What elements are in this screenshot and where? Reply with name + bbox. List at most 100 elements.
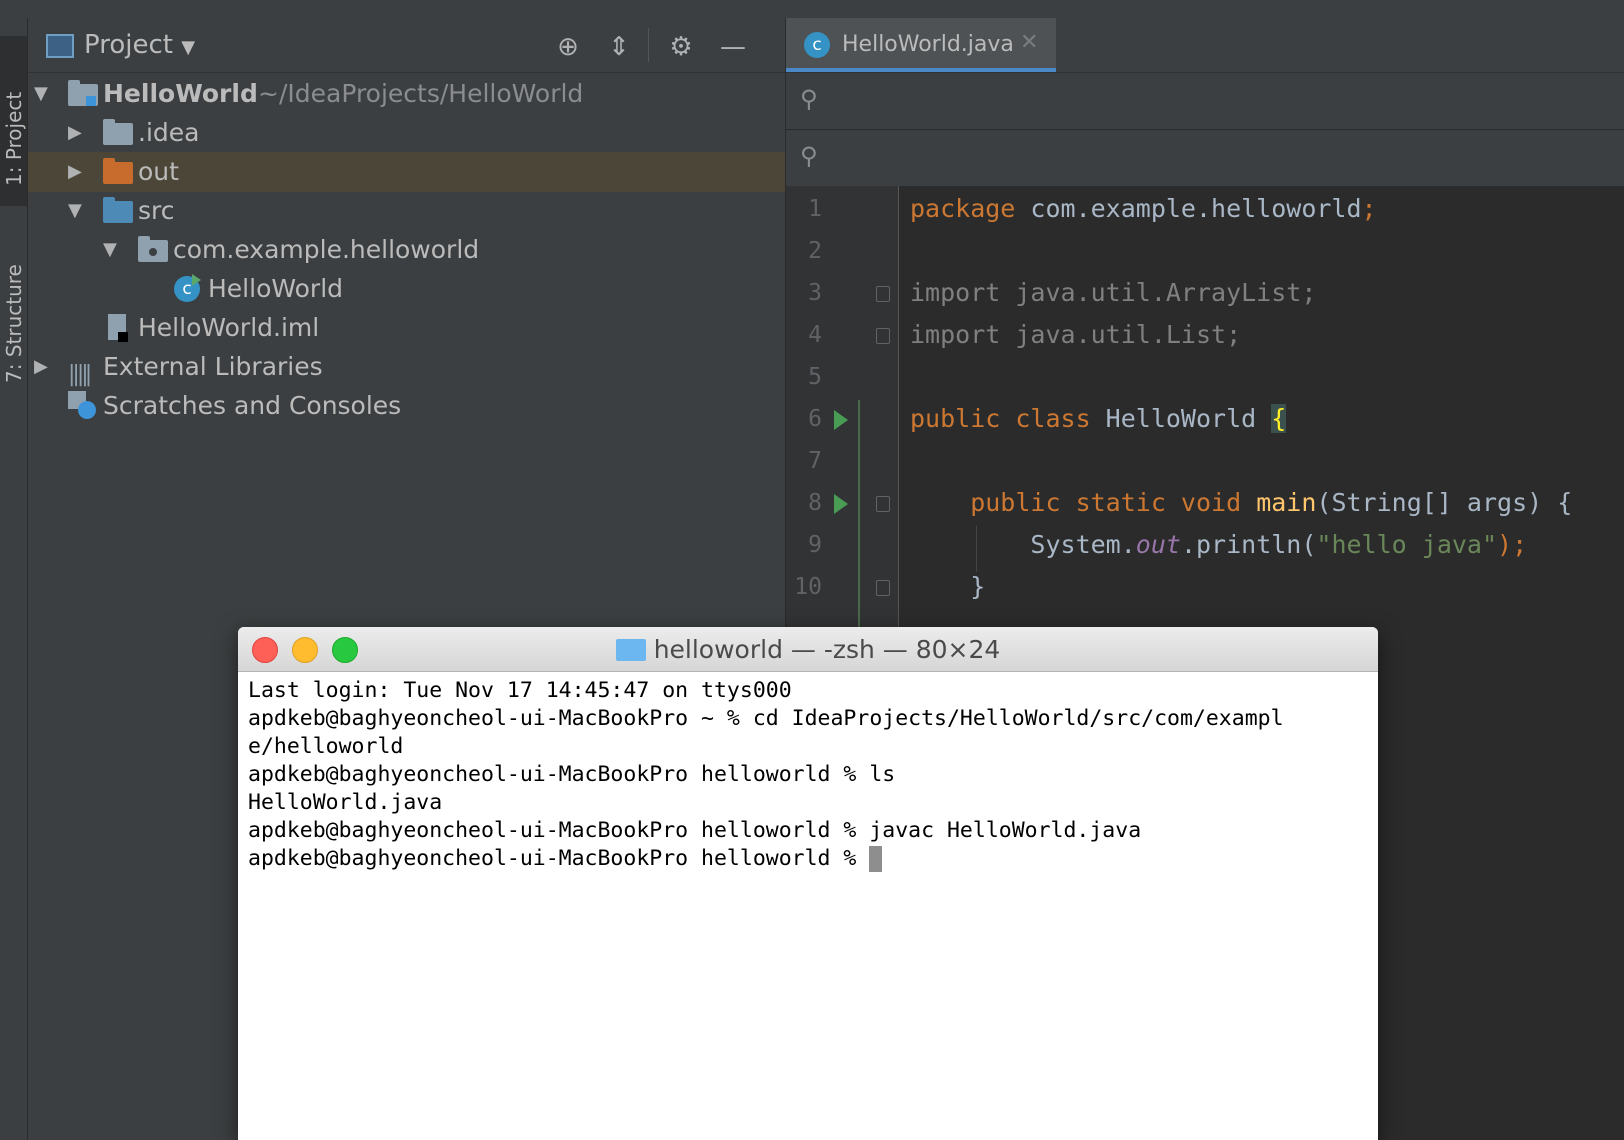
code-text: .println( [1180,530,1317,559]
line-number: 6 [808,406,822,432]
tree-item-idea[interactable]: ▶ .idea [28,113,785,153]
code-line-10[interactable]: } [910,572,985,601]
locate-file-icon[interactable]: ⊕ [553,32,583,62]
run-class-icon[interactable] [834,410,848,430]
tree-item-scratches[interactable]: Scratches and Consoles [28,386,785,426]
tree-item-helloworld-project[interactable]: ▼ HelloWorld ~/IdeaProjects/HelloWorld [28,74,785,114]
terminal-line: apdkeb@baghyeoncheol-ui-MacBookPro ~ % c… [248,706,1284,731]
iml-badge-icon [118,332,128,342]
code-keyword: public class [910,404,1091,433]
expanded-arrow-icon[interactable]: ▼ [68,191,88,231]
line-number: 4 [808,322,822,348]
close-tab-icon[interactable]: ✕ [1020,30,1038,55]
tree-item-label: HelloWorld [103,79,258,108]
tree-item-label: Scratches and Consoles [103,391,402,420]
run-main-icon[interactable] [834,494,848,514]
line-number: 1 [808,196,822,222]
terminal-prompt-line: apdkeb@baghyeoncheol-ui-MacBookPro hello… [248,845,1368,873]
tool-window-stripe: 1: Project 7: Structure [0,18,28,1140]
tree-item-package[interactable]: ▼ com.example.helloworld [28,230,785,270]
text-cursor [869,846,883,872]
code-line-4[interactable]: import java.util.List; [910,320,1241,349]
project-view-selector[interactable]: Project ▼ [84,30,195,60]
terminal-window: helloworld — -zsh — 80×24 Last login: Tu… [238,627,1378,1140]
tab-label: HelloWorld.java [842,32,1014,57]
code-string: "hello java" [1316,530,1498,559]
tree-item-helloworld-class[interactable]: c HelloWorld [28,269,785,309]
tree-item-label: src [138,196,175,225]
code-keyword: package [910,194,1016,223]
line-number: 8 [808,490,822,516]
code-line-1[interactable]: package com.example.helloworld; [910,194,1377,223]
code-line-6[interactable]: public class HelloWorld { [910,404,1287,433]
collapsed-arrow-icon[interactable]: ▶ [68,152,88,192]
header-divider [648,28,649,62]
code-semicolon: ; [1361,194,1377,223]
terminal-title-bar[interactable]: helloworld — -zsh — 80×24 [238,627,1378,672]
excluded-folder-icon [103,158,133,184]
java-class-icon: c [804,32,830,58]
search-icon[interactable]: ⚲ [800,142,818,170]
collapsed-arrow-icon[interactable]: ▶ [34,347,54,387]
project-panel-header: Project ▼ ⊕ ⇕ ⚙ — [28,18,785,73]
editor-tab-bar: c HelloWorld.java ✕ [786,18,1624,73]
runnable-badge-icon [192,274,201,286]
fold-marker-icon[interactable] [876,496,890,512]
terminal-line: HelloWorld.java [248,790,443,815]
terminal-title-text: helloworld — -zsh — 80×24 [653,635,1001,664]
terminal-line: e/helloworld [248,734,404,759]
gutter-divider [898,186,899,646]
active-tab-indicator [786,68,1056,72]
collapse-all-icon[interactable]: ⇕ [604,32,634,62]
chevron-down-icon: ▼ [181,37,196,58]
terminal-line: apdkeb@baghyeoncheol-ui-MacBookPro hello… [248,818,1142,843]
minimize-icon[interactable]: — [718,32,748,62]
terminal-title: helloworld — -zsh — 80×24 [238,635,1378,664]
code-line-8[interactable]: public static void main(String[] args) { [910,488,1572,517]
folder-icon [103,119,133,145]
terminal-line: Last login: Tue Nov 17 14:45:47 on ttys0… [248,678,792,703]
tree-item-out[interactable]: ▶ out [28,152,785,192]
structure-tool-tab[interactable]: 7: Structure [0,223,27,393]
replace-bar[interactable]: ⚲ [786,130,1624,187]
fold-marker-icon[interactable] [876,328,890,344]
structure-tool-tab-label: 7: Structure [2,264,26,383]
code-text: ); [1497,530,1528,559]
line-number: 10 [794,574,822,600]
collapsed-arrow-icon[interactable]: ▶ [68,113,88,153]
package-dot-icon [149,248,157,256]
tree-item-external-libraries[interactable]: ▶ |||‖ External Libraries [28,347,785,387]
fold-marker-icon[interactable] [876,286,890,302]
expanded-arrow-icon[interactable]: ▼ [34,74,54,114]
tree-item-label: External Libraries [103,352,323,381]
search-icon[interactable]: ⚲ [800,85,818,113]
code-class-name: HelloWorld [1090,404,1272,433]
fold-marker-icon[interactable] [876,580,890,596]
tree-item-label: .idea [138,118,200,147]
tree-item-src[interactable]: ▼ src [28,191,785,231]
source-folder-icon [103,197,133,223]
tree-item-label: HelloWorld [208,274,344,303]
terminal-output[interactable]: Last login: Tue Nov 17 14:45:47 on ttys0… [248,677,1368,873]
code-text: com.example.helloworld [1015,194,1362,223]
line-number: 3 [808,280,822,306]
project-tool-tab[interactable]: 1: Project [0,36,27,206]
window-top-bar [0,0,1624,19]
folder-icon [615,639,646,661]
tab-helloworld-java[interactable]: c HelloWorld.java ✕ [786,18,1056,72]
tree-item-iml[interactable]: HelloWorld.iml [28,308,785,348]
gear-icon[interactable]: ⚙ [666,32,696,62]
terminal-line: apdkeb@baghyeoncheol-ui-MacBookPro hello… [248,762,896,787]
project-view-icon [46,34,74,58]
search-bar[interactable]: ⚲ [786,73,1624,130]
line-number: 7 [808,448,822,474]
line-number: 9 [808,532,822,558]
code-line-9[interactable]: System.out.println("hello java"); [910,530,1527,559]
expanded-arrow-icon[interactable]: ▼ [103,230,123,270]
tree-item-path: ~/IdeaProjects/HelloWorld [258,79,584,108]
code-brace: { [1271,404,1287,433]
clock-badge-icon [78,401,96,419]
code-text: (String[] args) { [1316,488,1573,517]
code-line-3[interactable]: import java.util.ArrayList; [910,278,1316,307]
module-badge-icon [86,96,96,106]
